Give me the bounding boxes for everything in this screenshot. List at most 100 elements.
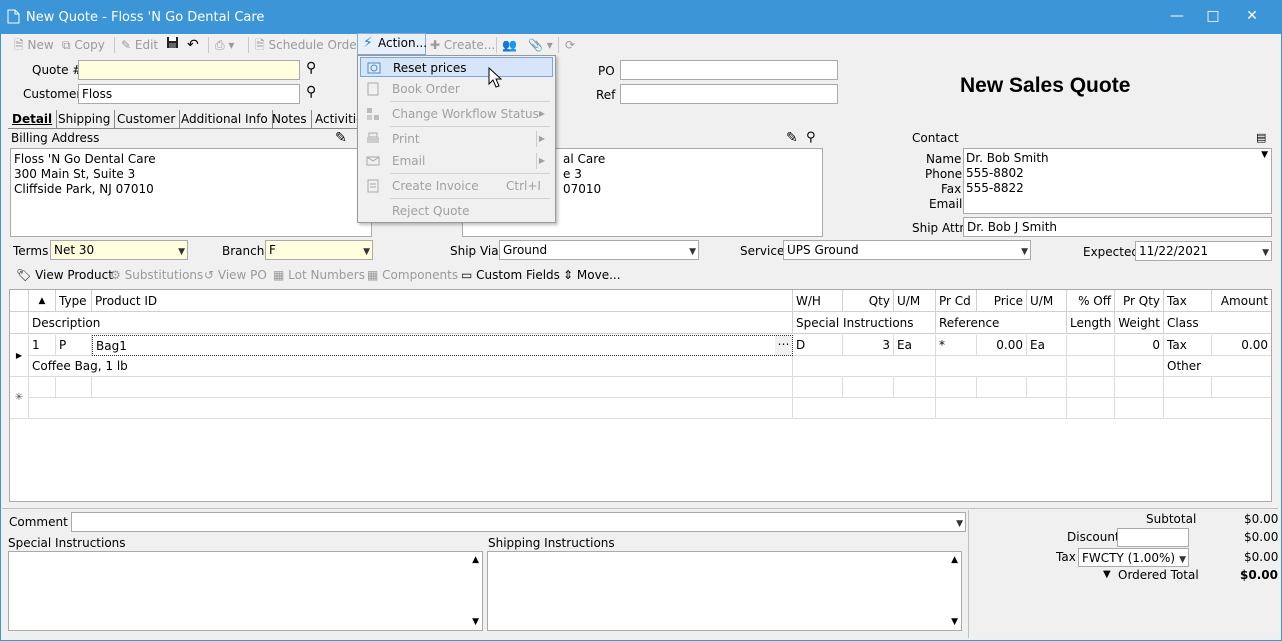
cell-special-instructions[interactable] xyxy=(793,356,936,377)
sort-ascending-icon[interactable]: ▲ xyxy=(29,290,56,312)
search-icon[interactable]: ⚲ xyxy=(306,84,316,100)
tab-customer[interactable]: Customer xyxy=(113,110,181,128)
cell-um2[interactable]: Ea xyxy=(1027,335,1067,356)
cell-length[interactable] xyxy=(1067,356,1115,377)
tab-notes[interactable]: Notes xyxy=(268,110,312,128)
scroll-up-icon[interactable]: ▲ xyxy=(472,555,479,565)
tax-code-select[interactable]: FWCTY (1.00%) ▼ xyxy=(1078,548,1189,567)
col-prcd[interactable]: Pr Cd xyxy=(936,290,977,312)
custom-fields-button[interactable]: ▭ Custom Fields xyxy=(461,266,560,284)
attach-button[interactable]: 📎 ▾ xyxy=(528,36,553,54)
cell-weight[interactable] xyxy=(1115,356,1164,377)
special-instructions-textarea[interactable]: ▲ ▼ xyxy=(8,551,483,631)
cell-prcd[interactable]: * xyxy=(936,335,977,356)
new-cell[interactable] xyxy=(1164,398,1271,419)
tab-shipping[interactable]: Shipping xyxy=(54,110,116,128)
cell-price[interactable]: 0.00 xyxy=(977,335,1027,356)
contacts-button[interactable]: 👥 xyxy=(502,36,517,54)
save-button[interactable] xyxy=(166,36,179,54)
terms-select[interactable]: Net 30 ▼ xyxy=(50,240,188,260)
col-um2[interactable]: U/M xyxy=(1027,290,1067,312)
row-selector-icon[interactable]: ▶ xyxy=(10,335,29,377)
action-button[interactable]: ⚡ Action... xyxy=(357,33,427,55)
new-button[interactable]: 🗎 New xyxy=(14,36,54,54)
col-price[interactable]: Price xyxy=(977,290,1027,312)
cell-type[interactable]: P xyxy=(56,335,92,356)
contact-card-icon[interactable]: ▤ xyxy=(1256,131,1266,144)
cell-amount[interactable]: 0.00 xyxy=(1212,335,1271,356)
pencil-icon[interactable]: ✎ xyxy=(786,130,798,146)
cell-pr-qty[interactable]: 0 xyxy=(1115,335,1164,356)
new-cell[interactable] xyxy=(793,377,843,398)
minimize-button[interactable]: — xyxy=(1162,6,1192,26)
tab-detail[interactable]: Detail xyxy=(8,110,58,128)
col-length[interactable]: Length xyxy=(1067,312,1115,334)
schedule-order-button[interactable]: 🗎 Schedule Order xyxy=(255,36,362,54)
menu-item-book-order[interactable]: Book Order xyxy=(360,79,553,99)
col-percent-off[interactable]: % Off xyxy=(1067,290,1115,312)
new-cell[interactable] xyxy=(92,377,793,398)
search-icon[interactable]: ⚲ xyxy=(306,60,316,76)
expected-date-input[interactable]: 11/22/2021 ▼ xyxy=(1135,241,1272,261)
new-cell[interactable] xyxy=(936,377,977,398)
cell-product-id[interactable]: Bag1 xyxy=(92,335,793,356)
components-button[interactable]: ▦ Components xyxy=(367,266,458,284)
new-cell[interactable] xyxy=(1027,377,1067,398)
shipping-instructions-textarea[interactable]: ▲ ▼ xyxy=(487,551,962,631)
tab-activities[interactable]: Activities xyxy=(311,110,359,128)
cell-wh[interactable]: D xyxy=(793,335,843,356)
refresh-button[interactable]: ⟳ xyxy=(565,36,575,54)
new-cell[interactable] xyxy=(1115,377,1164,398)
move-button[interactable]: ⇕ Move... xyxy=(563,266,621,284)
contact-phone[interactable]: 555-8802 xyxy=(966,166,1024,180)
new-cell[interactable] xyxy=(1115,398,1164,419)
cell-tax[interactable]: Tax xyxy=(1164,335,1212,356)
menu-item-email[interactable]: Email ▶ xyxy=(360,151,553,171)
print-button[interactable]: ⎙ ▾ xyxy=(215,36,234,54)
cell-description[interactable]: Coffee Bag, 1 lb xyxy=(29,356,793,377)
contact-fax[interactable]: 555-8822 xyxy=(966,181,1024,195)
scroll-down-icon[interactable]: ▼ xyxy=(472,617,479,627)
cell-class[interactable]: Other xyxy=(1164,356,1271,377)
new-cell[interactable] xyxy=(894,377,936,398)
cell-line-number[interactable]: 1 xyxy=(29,335,56,356)
substitutions-button[interactable]: ⚙ Substitutions xyxy=(110,266,203,284)
col-weight[interactable]: Weight xyxy=(1115,312,1164,334)
map-pin-icon[interactable]: ⚲ xyxy=(806,130,816,145)
new-cell[interactable] xyxy=(977,377,1027,398)
ellipsis-button[interactable]: ⋯ xyxy=(775,336,792,355)
new-cell[interactable] xyxy=(29,377,56,398)
view-product-button[interactable]: 🏷 View Product xyxy=(16,266,113,284)
cell-um[interactable]: Ea xyxy=(894,335,936,356)
col-um[interactable]: U/M xyxy=(894,290,936,312)
new-cell[interactable] xyxy=(56,377,92,398)
col-reference[interactable]: Reference xyxy=(936,312,1067,334)
menu-item-create-invoice[interactable]: Create Invoice Ctrl+I xyxy=(360,176,553,196)
ship-attn-input[interactable]: Dr. Bob J Smith xyxy=(963,217,1272,237)
cell-percent-off[interactable] xyxy=(1067,335,1115,356)
col-product-id[interactable]: Product ID xyxy=(92,290,793,312)
billing-address-box[interactable]: Floss 'N Go Dental Care 300 Main St, Sui… xyxy=(10,148,372,237)
maximize-button[interactable]: □ xyxy=(1198,6,1228,26)
new-cell[interactable] xyxy=(936,398,1067,419)
po-input[interactable] xyxy=(620,60,838,80)
col-description[interactable]: Description xyxy=(29,312,793,334)
contact-name[interactable]: Dr. Bob Smith xyxy=(966,151,1049,165)
new-cell[interactable] xyxy=(1067,398,1115,419)
chevron-down-icon[interactable]: ▼ xyxy=(1103,569,1111,580)
menu-item-reset-prices[interactable]: Reset prices xyxy=(360,57,553,77)
customer-input[interactable]: Floss xyxy=(78,84,300,104)
discount-input[interactable] xyxy=(1117,528,1189,547)
col-qty[interactable]: Qty xyxy=(843,290,894,312)
col-amount[interactable]: Amount xyxy=(1212,290,1271,312)
new-cell[interactable] xyxy=(793,398,936,419)
new-cell[interactable] xyxy=(1067,377,1115,398)
ship-via-select[interactable]: Ground ▼ xyxy=(499,240,699,260)
new-cell[interactable] xyxy=(1212,377,1271,398)
contact-box[interactable]: Dr. Bob Smith 555-8802 555-8822 ▼ xyxy=(963,148,1272,214)
col-pr-qty[interactable]: Pr Qty xyxy=(1115,290,1164,312)
col-special-instructions[interactable]: Special Instructions xyxy=(793,312,936,334)
create-button[interactable]: ✚ Create... xyxy=(430,36,495,54)
scroll-up-icon[interactable]: ▲ xyxy=(951,555,958,565)
col-wh[interactable]: W/H xyxy=(793,290,843,312)
